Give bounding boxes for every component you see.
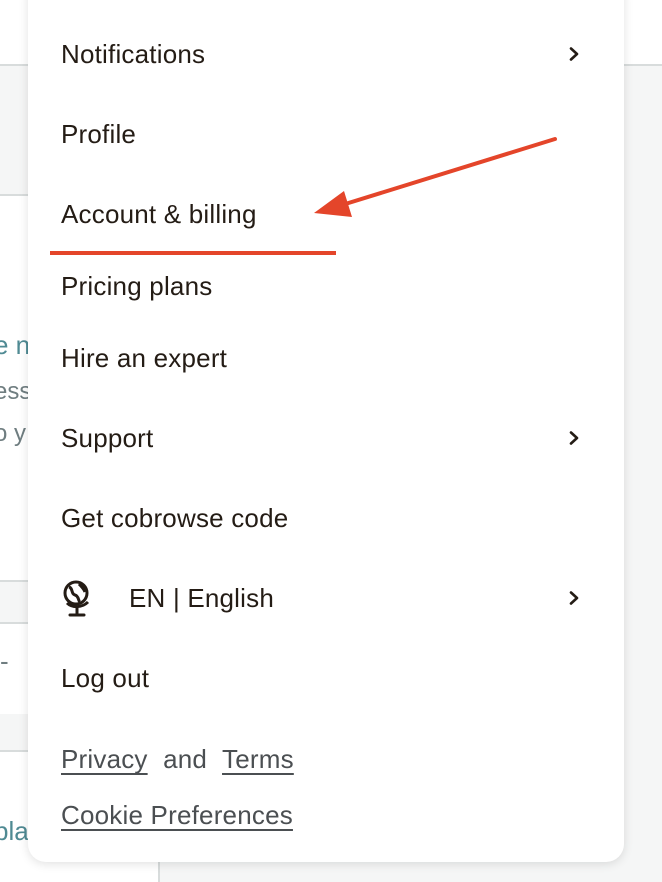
background-text: ess (0, 378, 32, 405)
background-text: o y (0, 420, 27, 447)
chevron-right-icon (569, 431, 579, 445)
chevron-right-icon (569, 47, 579, 61)
annotation-underline (50, 251, 336, 255)
cookie-preferences-row: Cookie Preferences (61, 800, 293, 831)
menu-item-label: Pricing plans (61, 270, 213, 301)
menu-item-label: Account & billing (61, 198, 257, 229)
menu-item-cobrowse-code[interactable]: Get cobrowse code (61, 496, 591, 540)
background-text: - (0, 646, 9, 676)
menu-item-log-out[interactable]: Log out (61, 656, 591, 700)
background-text: pla (0, 816, 29, 846)
cookie-preferences-link[interactable]: Cookie Preferences (61, 800, 293, 830)
background-text: e n (0, 330, 31, 360)
privacy-link[interactable]: Privacy (61, 744, 148, 774)
globe-icon (63, 580, 90, 617)
menu-item-label: Support (61, 422, 154, 453)
menu-item-label: EN | English (129, 582, 274, 613)
background-divider (0, 194, 28, 196)
menu-item-label: Notifications (61, 38, 206, 69)
chevron-right-icon (569, 591, 579, 605)
annotation-arrow-icon (314, 137, 557, 217)
terms-link[interactable]: Terms (222, 744, 294, 774)
menu-item-language[interactable]: EN | English (61, 576, 591, 620)
menu-item-label: Profile (61, 118, 137, 149)
screenshot-stage: e n ess o y - pla Notifications Profile … (0, 0, 662, 882)
legal-links: Privacy and Terms (61, 744, 294, 775)
legal-links-separator: and (163, 744, 208, 774)
menu-item-support[interactable]: Support (61, 416, 591, 460)
background-divider (0, 622, 28, 624)
menu-item-pricing-plans[interactable]: Pricing plans (61, 264, 591, 308)
menu-item-label: Hire an expert (61, 342, 228, 373)
background-divider (0, 580, 28, 582)
menu-item-hire-expert[interactable]: Hire an expert (61, 336, 591, 380)
menu-item-notifications[interactable]: Notifications (61, 32, 591, 76)
menu-item-label: Get cobrowse code (61, 502, 289, 533)
menu-item-label: Log out (61, 662, 150, 693)
